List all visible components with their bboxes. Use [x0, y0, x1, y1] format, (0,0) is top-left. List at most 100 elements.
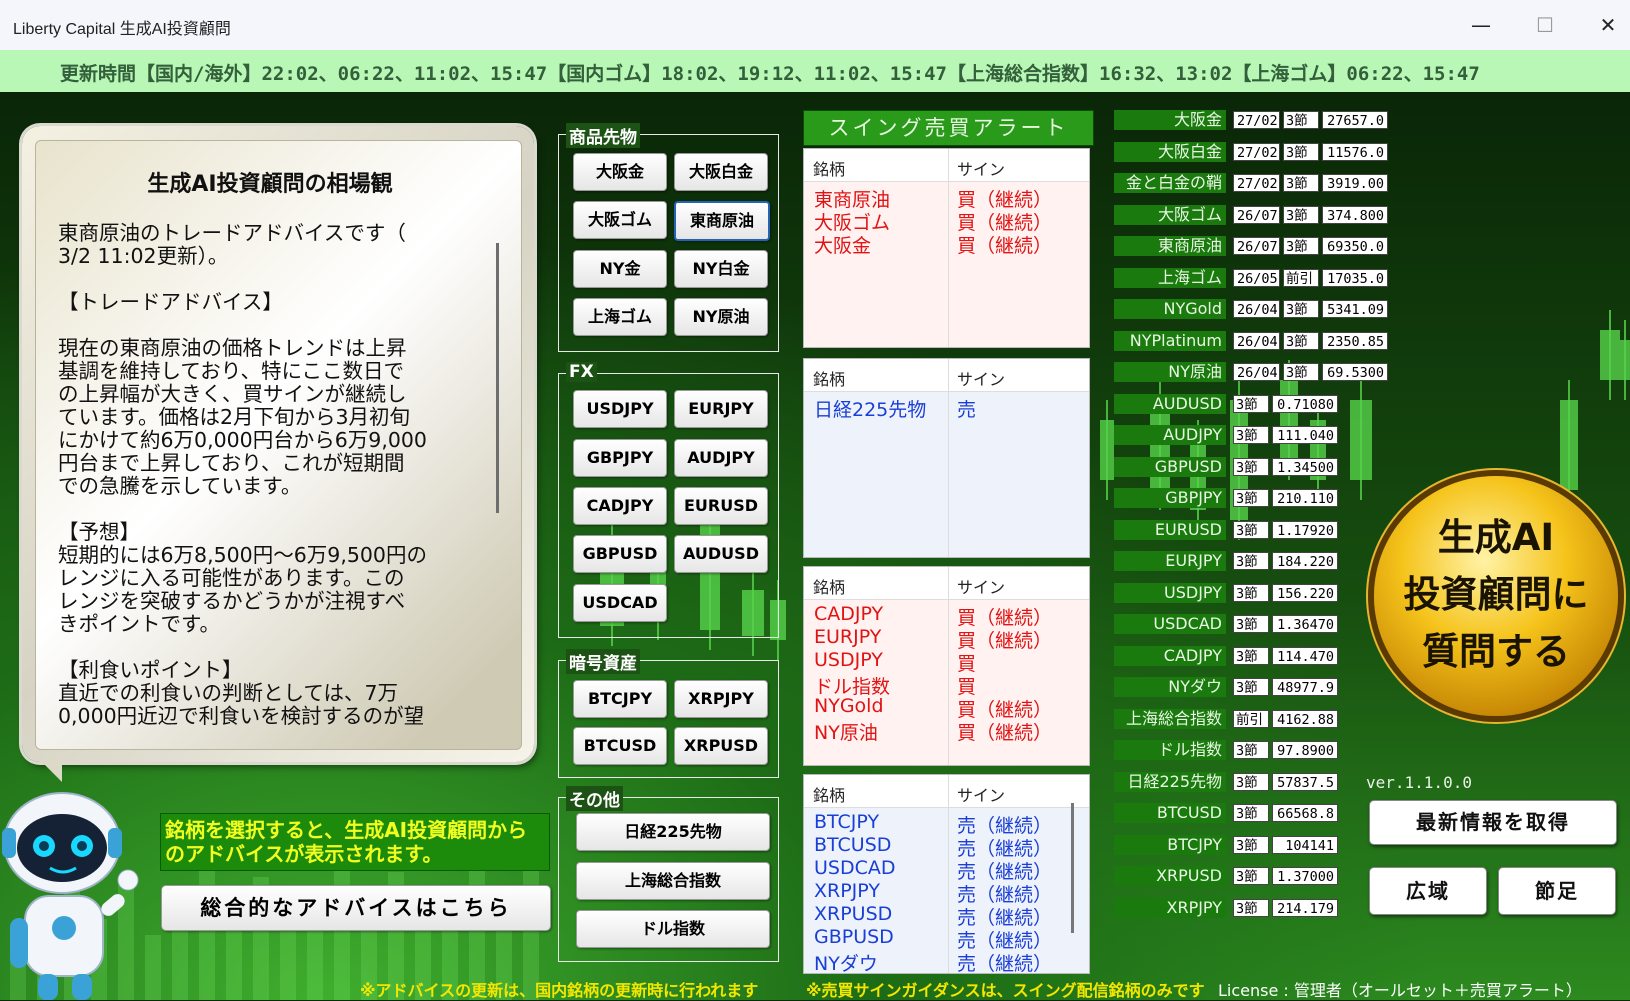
ask-ai-advisor-button[interactable]: 生成AI 投資顧問に 質問する [1374, 476, 1618, 716]
alert-row[interactable]: XRPJPY 売（継続） [804, 880, 1089, 906]
price-label: ドル指数 [1114, 740, 1226, 760]
alert-symbol: USDCAD [814, 857, 896, 879]
btn-crypto-3[interactable]: XRPUSD [674, 727, 768, 765]
price-session: 3節 [1233, 867, 1269, 885]
btn-fx-4[interactable]: CADJPY [573, 487, 667, 525]
alert-row[interactable]: USDCAD 売（継続） [804, 857, 1089, 883]
price-value: 1.37000 [1272, 867, 1338, 885]
advisor-text[interactable]: 東商原油のトレードアドバイスです（ 3/2 11:02更新）。 【トレードアドバ… [58, 222, 498, 732]
price-session: 3節 [1233, 489, 1269, 507]
alert-symbol: USDJPY [814, 649, 883, 671]
price-label: NY原油 [1114, 362, 1226, 382]
price-label: GBPUSD [1114, 456, 1226, 477]
alert-row[interactable]: 東商原油 買（継続） [804, 185, 1089, 211]
other-group-label: その他 [566, 786, 623, 811]
price-value: 57837.5 [1272, 772, 1338, 791]
price-value: 69350.0 [1322, 237, 1388, 255]
alert-row[interactable]: NYGold 買（継続） [804, 695, 1089, 721]
candle-body [1150, 400, 1170, 490]
alert-symbol: 日経225先物 [814, 399, 927, 421]
price-value: 210.110 [1272, 489, 1338, 507]
btn-commodity-4[interactable]: NY金 [573, 250, 667, 288]
btn-other-2[interactable]: ドル指数 [576, 910, 770, 948]
btn-fx-1[interactable]: EURJPY [674, 390, 768, 428]
btn-commodity-7[interactable]: NY原油 [674, 298, 768, 336]
alert-panel-3[interactable]: 銘柄 サイン BTCJPY 売（継続） BTCUSD 売（継続） USDCAD 売（継続） XR… [803, 774, 1090, 975]
price-label: 大阪白金 [1114, 141, 1226, 162]
btn-fx-5[interactable]: EURUSD [674, 487, 768, 525]
alert-row[interactable]: NYダウ 売（継続） [804, 949, 1089, 975]
btn-other-1[interactable]: 上海総合指数 [576, 862, 770, 900]
alert-row[interactable]: BTCUSD 売（継続） [804, 834, 1089, 860]
btn-commodity-6[interactable]: 上海ゴム [573, 298, 667, 336]
close-button[interactable]: ✕ [1593, 10, 1623, 40]
btn-commodity-5[interactable]: NY白金 [674, 250, 768, 288]
alert-row[interactable]: XRPUSD 売（継続） [804, 903, 1089, 929]
alert-row[interactable]: GBPUSD 売（継続） [804, 926, 1089, 952]
alert-sign: 買（継続） [957, 235, 1053, 257]
btn-fx-6[interactable]: GBPUSD [573, 535, 667, 573]
overall-advice-button[interactable]: 総合的なアドバイスはこちら [161, 885, 551, 931]
alert-row[interactable]: USDJPY 買 [804, 649, 1089, 675]
btn-fx-7[interactable]: AUDUSD [674, 535, 768, 573]
btn-fx-0[interactable]: USDJPY [573, 390, 667, 428]
alert-row[interactable]: NY原油 買（継続） [804, 718, 1089, 744]
footer-note-advice: ※アドバイスの更新は、国内銘柄の更新時に行われます [360, 981, 759, 1000]
btn-commodity-3[interactable]: 東商原油 [674, 201, 770, 241]
advisor-title: 生成AI投資顧問の相場観 [147, 172, 393, 197]
alert-row[interactable]: ドル指数買 [804, 672, 1089, 698]
alert-scrollbar[interactable] [1071, 803, 1074, 933]
btn-crypto-2[interactable]: BTCUSD [573, 727, 667, 765]
btn-crypto-1[interactable]: XRPJPY [674, 680, 768, 718]
refresh-button[interactable]: 最新情報を取得 [1369, 800, 1617, 845]
alert-panel-header: 銘柄 サイン [804, 567, 1089, 600]
setsuashi-button[interactable]: 節足 [1498, 867, 1616, 915]
btn-commodity-2[interactable]: 大阪ゴム [573, 201, 667, 239]
btn-other-0[interactable]: 日経225先物 [576, 813, 770, 851]
minimize-button[interactable]: — [1466, 10, 1496, 40]
alert-row[interactable]: BTCJPY 売（継続） [804, 811, 1089, 837]
alert-panel-1[interactable]: 銘柄 サイン 日経225先物 売 [803, 358, 1090, 558]
maximize-button[interactable]: ☐ [1530, 10, 1560, 40]
price-label: NYPlatinum [1114, 330, 1226, 351]
ticker-text: 更新時間【国内/海外】22:02、06:22、11:02、15:47【国内ゴム】… [60, 63, 1480, 85]
alert-symbol: NYダウ [814, 953, 878, 975]
btn-fx-2[interactable]: GBPJPY [573, 439, 667, 477]
swing-alert-title: スイング売買アラート [803, 110, 1094, 146]
wide-range-button[interactable]: 広域 [1369, 867, 1487, 915]
alert-row[interactable]: EURJPY 買（継続） [804, 626, 1089, 652]
alert-panel-0[interactable]: 銘柄 サイン 東商原油 買（継続） 大阪ゴム 買（継続） 大阪金 買（継続） [803, 148, 1090, 348]
price-label: 上海ゴム [1114, 267, 1226, 288]
advisor-scrollbar[interactable] [496, 243, 499, 513]
alert-panel-2[interactable]: 銘柄 サイン CADJPY 買（継続） EURJPY 買（継続） USDJPY 買ドル指数買 N… [803, 566, 1090, 766]
price-value: 1.34500 [1272, 457, 1338, 476]
btn-crypto-0[interactable]: BTCJPY [573, 680, 667, 718]
candle-body [1620, 340, 1630, 380]
alert-row[interactable]: CADJPY 買（継続） [804, 603, 1089, 629]
price-session: 3節 [1283, 237, 1319, 255]
btn-commodity-0[interactable]: 大阪金 [573, 153, 667, 191]
speech-bubble-tail [40, 760, 62, 782]
ask-ai-line-3: 質問する [1422, 630, 1570, 673]
alert-row[interactable]: 大阪金 買（継続） [804, 231, 1089, 257]
btn-fx-3[interactable]: AUDJPY [674, 439, 768, 477]
price-value: 214.179 [1272, 898, 1338, 917]
alert-symbol: BTCJPY [814, 811, 880, 833]
price-label: 東商原油 [1114, 236, 1226, 256]
price-session: 3節 [1233, 457, 1269, 476]
price-value: 27657.0 [1322, 111, 1388, 129]
alert-sign: 売（継続） [957, 953, 1053, 975]
price-date: 26/05 [1233, 268, 1280, 287]
title-bar: Liberty Capital 生成AI投資顧問 — ☐ ✕ [0, 0, 1630, 51]
btn-fx-8[interactable]: USDCAD [573, 584, 667, 622]
notice-box: 銘柄を選択すると、生成AI投資顧問からのアドバイスが表示されます。 [160, 813, 550, 871]
alert-row[interactable]: 大阪ゴム 買（継続） [804, 208, 1089, 234]
price-value: 111.040 [1272, 426, 1338, 444]
price-value: 156.220 [1272, 583, 1338, 602]
alert-row[interactable]: 日経225先物 売 [804, 395, 1089, 421]
price-value: 374.800 [1322, 205, 1388, 224]
btn-commodity-1[interactable]: 大阪白金 [674, 153, 768, 191]
fx-group-label: FX [566, 362, 597, 382]
column-divider [948, 359, 949, 557]
commodity-group-label: 商品先物 [566, 123, 640, 148]
